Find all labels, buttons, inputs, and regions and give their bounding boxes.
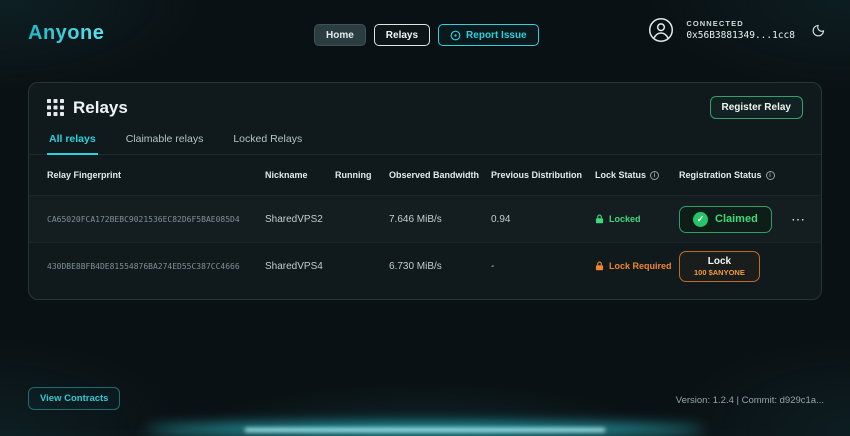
- relay-fingerprint: 430DBE8BFB4DE81554876BA274ED55C387CC4666: [47, 262, 265, 271]
- report-issue-label: Report Issue: [466, 30, 527, 41]
- col-registration-status-label: Registration Status: [679, 170, 762, 180]
- moon-icon[interactable]: [811, 23, 826, 38]
- lock-icon: [595, 214, 604, 224]
- view-contracts-button[interactable]: View Contracts: [28, 387, 120, 410]
- home-button[interactable]: Home: [314, 24, 366, 46]
- lock-button-amount: 100 $ANYONE: [694, 268, 745, 277]
- table-header-row: Relay Fingerprint Nickname Running Obser…: [29, 155, 821, 195]
- wallet-address: 0x56B3881349...1cc8: [686, 30, 795, 41]
- relays-button[interactable]: Relays: [374, 24, 430, 46]
- bottom-glow-core: [245, 428, 605, 432]
- observed-bandwidth: 7.646 MiB/s: [389, 214, 491, 225]
- relay-nickname: SharedVPS4: [265, 261, 335, 272]
- main-nav: Home Relays Report Issue: [314, 24, 539, 46]
- lock-status-info-icon[interactable]: [650, 171, 659, 180]
- relay-nickname: SharedVPS2: [265, 214, 335, 225]
- previous-distribution: 0.94: [491, 214, 595, 225]
- col-fingerprint: Relay Fingerprint: [47, 170, 265, 180]
- avatar-icon[interactable]: [648, 17, 674, 43]
- col-distribution: Previous Distribution: [491, 170, 595, 180]
- col-bandwidth: Observed Bandwidth: [389, 170, 491, 180]
- registration-status-info-icon[interactable]: [766, 171, 775, 180]
- table-row: CA65020FCA172BEBC9021536EC82D6F5BAE085D4…: [29, 195, 821, 242]
- lock-status: Locked: [595, 214, 679, 224]
- register-relay-button[interactable]: Register Relay: [710, 96, 803, 119]
- wallet-group: CONNECTED 0x56B3881349...1cc8: [648, 17, 826, 43]
- lock-status-label: Lock Required: [609, 261, 672, 271]
- tab-claimable-relays[interactable]: Claimable relays: [124, 127, 206, 154]
- col-nickname: Nickname: [265, 170, 335, 180]
- lock-button[interactable]: Lock 100 $ANYONE: [679, 251, 760, 282]
- page-title: Relays: [73, 98, 128, 118]
- claimed-label: Claimed: [715, 213, 758, 225]
- wallet-status: CONNECTED: [686, 19, 795, 28]
- app-logo[interactable]: Anyone: [28, 22, 104, 45]
- tab-locked-relays[interactable]: Locked Relays: [231, 127, 304, 154]
- relay-fingerprint: CA65020FCA172BEBC9021536EC82D6F5BAE085D4: [47, 215, 265, 224]
- title-group: Relays: [47, 98, 128, 118]
- report-issue-button[interactable]: Report Issue: [438, 24, 539, 46]
- previous-distribution: -: [491, 261, 595, 272]
- col-running: Running: [335, 170, 389, 180]
- tabs: All relays Claimable relays Locked Relay…: [29, 123, 821, 155]
- lock-icon: [595, 261, 604, 271]
- claimed-button[interactable]: Claimed: [679, 206, 772, 233]
- observed-bandwidth: 6.730 MiB/s: [389, 261, 491, 272]
- col-lock-status: Lock Status: [595, 170, 679, 180]
- lock-button-label: Lock: [694, 256, 745, 267]
- lock-status-label: Locked: [609, 214, 641, 224]
- tab-all-relays[interactable]: All relays: [47, 127, 98, 155]
- card-header: Relays Register Relay: [29, 83, 821, 123]
- grid-icon: [47, 99, 64, 116]
- row-menu-button[interactable]: [791, 211, 806, 228]
- relays-card: Relays Register Relay All relays Claimab…: [28, 82, 822, 300]
- issue-icon: [450, 30, 461, 41]
- col-registration-status: Registration Status: [679, 170, 791, 180]
- lock-status: Lock Required: [595, 261, 679, 271]
- col-lock-status-label: Lock Status: [595, 170, 646, 180]
- wallet-info: CONNECTED 0x56B3881349...1cc8: [686, 19, 795, 41]
- check-circle-icon: [693, 212, 708, 227]
- top-bar: Anyone Home Relays Report Issue CONNECTE…: [0, 0, 850, 60]
- version-text: Version: 1.2.4 | Commit: d929c1a...: [676, 395, 824, 406]
- table-row: 430DBE8BFB4DE81554876BA274ED55C387CC4666…: [29, 242, 821, 289]
